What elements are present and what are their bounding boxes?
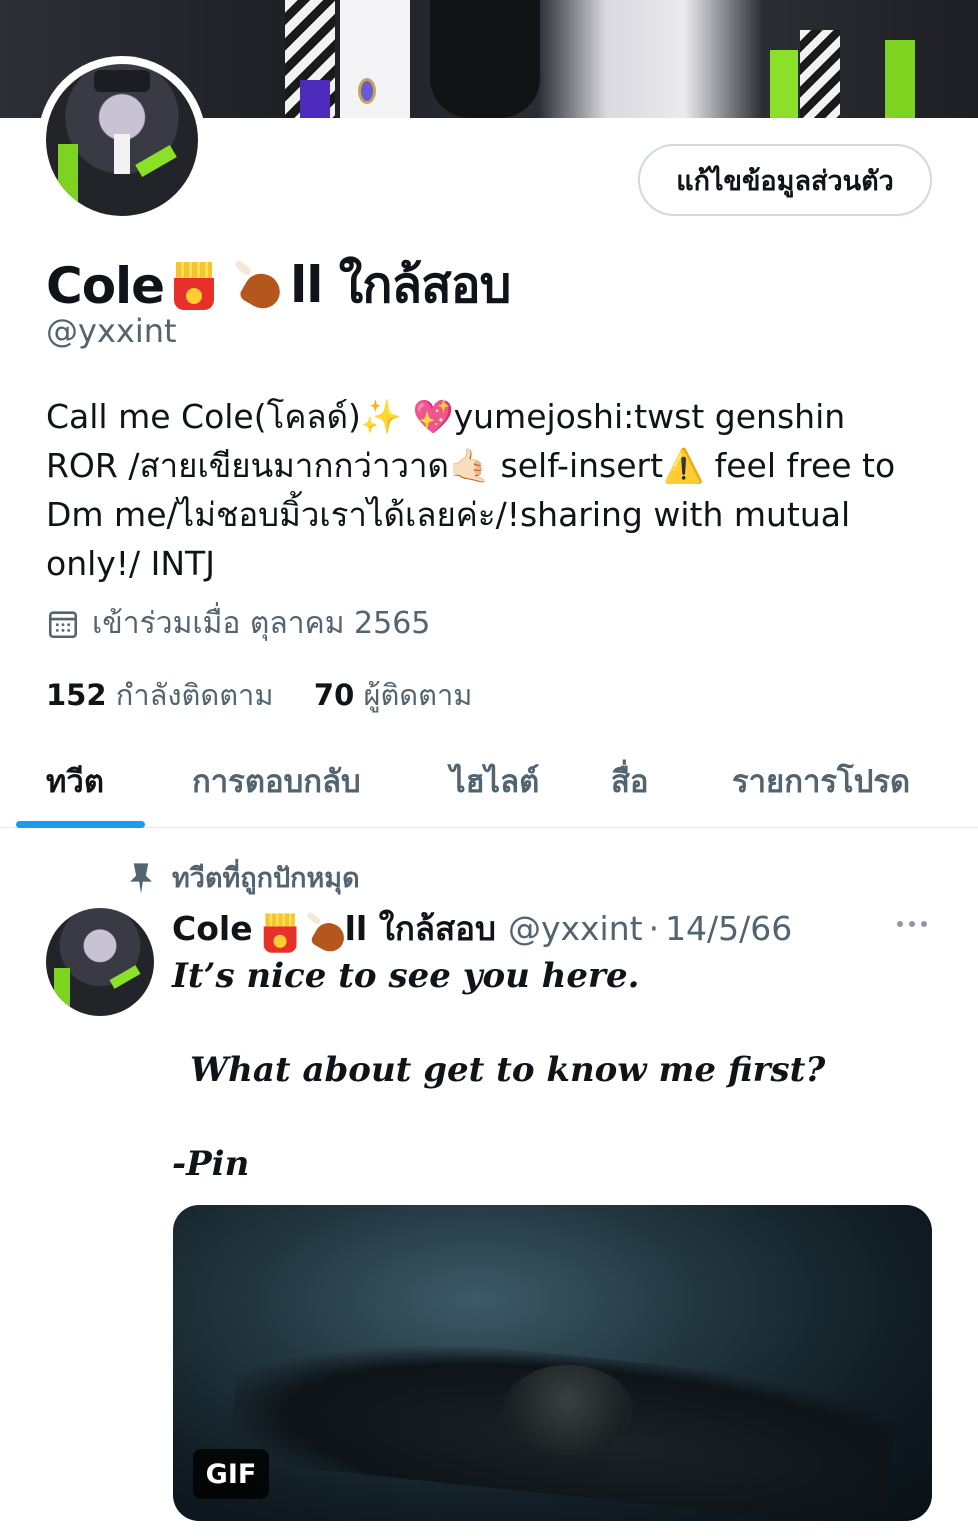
tab-highlights[interactable]: ไฮไลต์ [450,756,539,806]
profile-avatar[interactable] [38,56,206,224]
gif-badge: GIF [193,1449,269,1499]
tab-likes[interactable]: รายการโปรด [732,756,910,806]
following-count: 152 [46,678,107,712]
display-name-prefix: Cole [46,256,165,315]
bio-line: only!/ INTJ [46,544,215,583]
separator-dot: · [648,909,660,948]
tweet-text-line: What about get to know me first? [190,1050,826,1090]
followers-link[interactable]: 70 ผู้ติดตาม [314,678,472,712]
edit-profile-button[interactable]: แก้ไขข้อมูลส่วนตัว [638,144,932,216]
profile-tabs: ทวีต การตอบกลับ ไฮไลต์ สื่อ รายการโปรด [0,728,978,828]
tweet-header: Cole ll ใกล้สอบ @yxxint · 14/5/66 [172,902,792,957]
display-name-suffix: ll ใกล้สอบ [290,256,511,314]
followers-count: 70 [313,678,355,712]
profile-handle: @yxxint [46,312,177,350]
fries-emoji-icon [168,260,220,312]
pinned-text: ทวีตที่ถูกปักหมุด [172,863,360,894]
tweet-text-line: It’s nice to see you here. [172,956,640,996]
bio-line: ROR /สายเขียนมากกว่าวาด🤙🏻 self-insert⚠️ … [46,446,896,485]
bio-line: Call me Cole(โคลด์)✨ 💖yumejoshi:twst gen… [46,397,846,436]
joined-date: เข้าร่วมเมื่อ ตุลาคม 2565 [46,600,430,647]
tweet-author-prefix: Cole [172,909,253,948]
tweet-author-suffix: ll ใกล้สอบ [344,909,496,948]
tweet-author-name[interactable]: Cole ll ใกล้สอบ [172,902,496,957]
tweet-gif-media[interactable]: GIF [173,1205,932,1521]
follow-stats: 152 กำลังติดตาม 70 ผู้ติดตาม [46,672,472,718]
tweet-text-line: -Pin [172,1144,250,1184]
poultry-leg-emoji-icon [304,910,349,957]
tweet-avatar[interactable] [46,908,154,1016]
joined-text: เข้าร่วมเมื่อ ตุลาคม 2565 [92,606,431,641]
followers-label: ผู้ติดตาม [363,678,473,712]
profile-page: แก้ไขข้อมูลส่วนตัว Cole ll ใกล้สอบ @yxxi… [0,0,978,1536]
avatar-image [46,64,198,216]
pin-icon [130,862,152,894]
tweet-handle[interactable]: @yxxint [508,909,643,948]
tab-replies[interactable]: การตอบกลับ [192,756,361,806]
more-icon[interactable] [894,914,930,934]
tab-tweets[interactable]: ทวีต [46,756,104,806]
tab-media[interactable]: สื่อ [611,756,649,806]
poultry-leg-emoji-icon [232,258,287,315]
pinned-label: ทวีตที่ถูกปักหมุด [126,856,360,899]
tweet-date[interactable]: 14/5/66 [665,909,792,948]
bio-line: Dm me/ไม่ชอบมิ้วเราได้เลยค่ะ/!sharing wi… [46,495,851,534]
following-label: กำลังติดตาม [115,678,274,712]
active-tab-indicator [16,821,145,828]
profile-bio: Call me Cole(โคลด์)✨ 💖yumejoshi:twst gen… [46,392,946,588]
fries-emoji-icon [258,911,297,953]
following-link[interactable]: 152 กำลังติดตาม [46,678,283,712]
calendar-icon [48,610,78,638]
